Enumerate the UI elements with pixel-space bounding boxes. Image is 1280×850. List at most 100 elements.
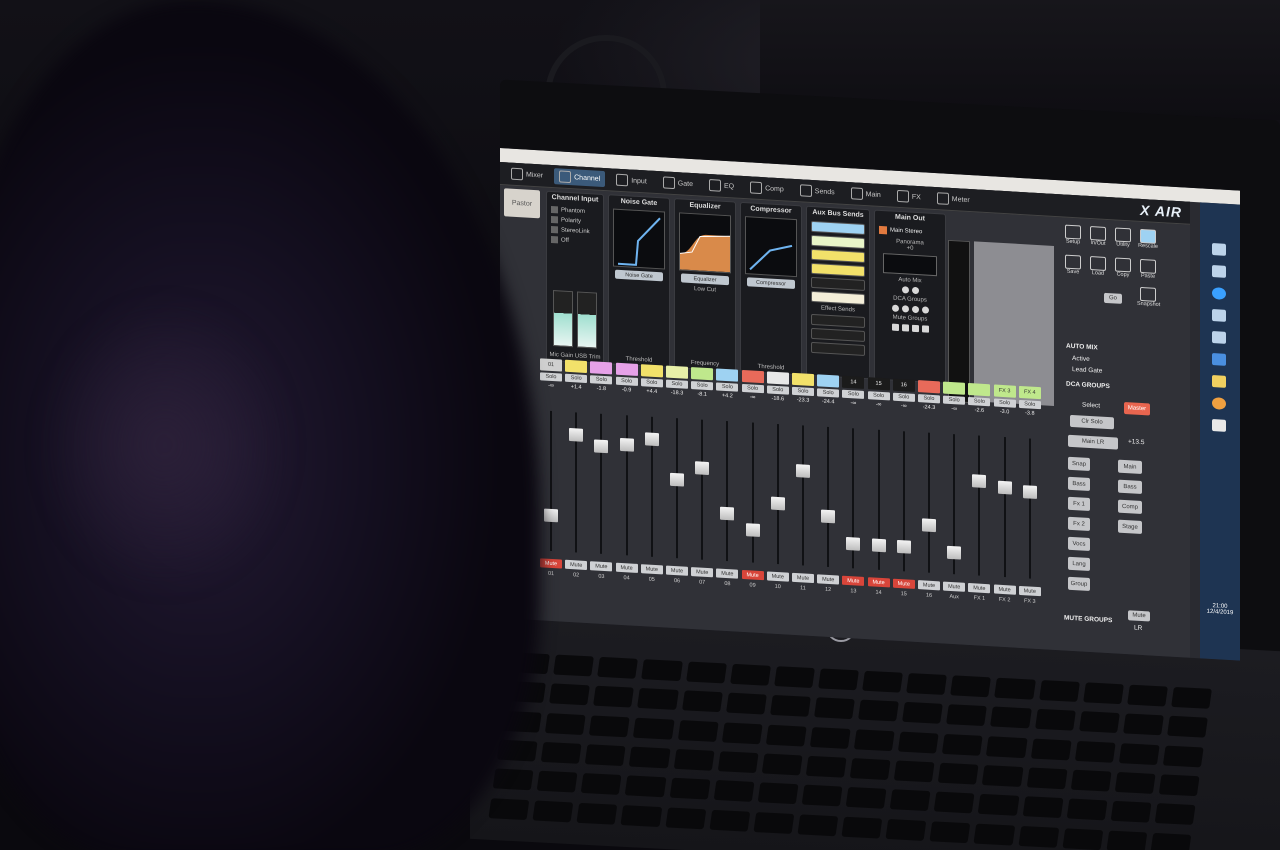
mute-button[interactable]: Mute [615,562,638,573]
solo-button[interactable]: Solo [817,388,840,398]
fader-cap[interactable] [922,518,936,532]
edge-icon[interactable] [1212,287,1226,300]
noise-gate-button[interactable]: Noise Gate [615,269,663,282]
channel-name[interactable] [792,372,814,387]
fader-track[interactable] [978,435,981,576]
mute-button[interactable]: Mute [867,577,890,588]
channel-name[interactable] [666,365,688,379]
load-button[interactable]: Load [1087,256,1109,277]
fader-cap[interactable] [997,480,1012,495]
fx-send-1[interactable] [811,313,865,329]
gain-meters[interactable] [553,290,597,349]
fader-cap[interactable] [947,545,962,560]
mute-button[interactable]: Mute [766,571,789,582]
lead-gate-label[interactable]: Lead Gate [1072,366,1102,375]
main-lr-button[interactable]: Main LR [1068,434,1118,450]
solo-button[interactable]: Solo [640,378,663,388]
solo-button[interactable]: Solo [867,391,890,401]
lr-mute-button[interactable]: Mute [1128,610,1150,622]
app-icon[interactable] [1212,353,1226,366]
fader-track[interactable] [751,422,754,563]
solo-button[interactable]: Solo [1018,399,1041,410]
channel-name[interactable] [766,371,789,385]
channel-name[interactable]: 16 [892,378,915,392]
fader-cap[interactable] [670,472,684,487]
mute-button[interactable]: Mute [590,561,613,572]
channel-name[interactable] [691,367,714,381]
fader-cap[interactable] [896,540,911,554]
solo-button[interactable]: Solo [918,394,940,404]
inout-button[interactable]: In/Out [1087,226,1109,247]
solo-button[interactable]: Solo [968,397,991,407]
mute-button[interactable]: Mute [565,559,588,571]
tab-mixer[interactable]: Mixer [506,165,548,183]
mute-button[interactable]: Mute [892,578,915,589]
folder-icon[interactable] [1212,375,1226,388]
off-select[interactable]: Off [551,235,599,246]
channel-name[interactable] [615,362,638,376]
tab-eq[interactable]: EQ [704,177,739,195]
mute-group-preset[interactable]: Comp [1118,499,1142,515]
master-button[interactable]: Master [1124,401,1150,416]
fader-track[interactable] [928,432,930,573]
channel-name[interactable] [943,381,966,395]
mute-group-preset[interactable]: Fx 2 [1068,516,1090,532]
aux-send-2[interactable] [811,234,865,250]
solo-button[interactable]: Solo [590,375,613,385]
active-label[interactable]: Active [1072,355,1090,363]
mute-button[interactable]: Mute [741,569,764,581]
polarity-toggle[interactable]: Polarity [551,215,599,226]
mute-group-preset[interactable]: Stage [1118,519,1142,535]
channel-name[interactable]: FX 3 [993,384,1016,398]
fader-cap[interactable] [544,508,558,522]
mixer-app-icon[interactable] [1212,419,1226,432]
compressor-button[interactable]: Compressor [747,277,795,290]
fader-track[interactable] [600,413,603,554]
save-button[interactable]: Save [1062,254,1084,275]
fader-cap[interactable] [644,431,659,446]
fader-track[interactable] [701,419,704,560]
mute-group-preset[interactable]: Snap [1068,456,1090,472]
fader-cap[interactable] [695,460,710,475]
solo-button[interactable]: Solo [540,372,562,382]
fader-track[interactable] [625,415,628,556]
mute-group-preset[interactable]: Lang [1068,556,1090,572]
channel-name[interactable] [565,359,588,374]
mute-group-buttons[interactable] [875,323,945,334]
solo-button[interactable]: Solo [842,389,865,400]
phantom-toggle[interactable]: Phantom [551,205,599,216]
utility-button[interactable]: Utility [1112,227,1134,248]
mute-group-preset[interactable]: Main [1118,459,1142,475]
chrome-icon[interactable] [1212,397,1226,410]
store-icon[interactable] [1212,309,1226,322]
main-stereo-toggle[interactable]: Main Stereo [879,225,941,238]
mute-button[interactable]: Mute [1018,585,1041,597]
fader-track[interactable] [726,421,729,562]
tab-meter[interactable]: Meter [932,190,975,208]
solo-button[interactable]: Solo [615,376,638,386]
fader-cap[interactable] [796,464,810,478]
mute-button[interactable]: Mute [716,568,739,579]
solo-button[interactable]: Solo [716,382,739,392]
aux-send-4[interactable] [811,262,865,278]
fader-cap[interactable] [972,474,987,489]
mute-button[interactable]: Mute [842,575,865,587]
fader-track[interactable] [1028,438,1031,579]
solo-button[interactable]: Solo [993,398,1016,408]
channel-name[interactable] [968,383,991,397]
tab-sends[interactable]: Sends [795,182,840,201]
snapshot-button[interactable]: Snapshot [1137,286,1160,308]
mute-button[interactable]: Mute [817,574,840,585]
mute-group-preset[interactable]: Vocs [1068,536,1090,552]
tab-input[interactable]: Input [611,171,652,189]
mute-button[interactable]: Mute [993,584,1016,595]
fader-cap[interactable] [569,427,584,442]
fader-cap[interactable] [821,509,836,524]
channel-name[interactable] [640,364,663,378]
mute-button[interactable]: Mute [640,564,663,575]
task-view-icon[interactable] [1212,265,1226,278]
mute-group-preset[interactable]: Fx 1 [1068,496,1090,512]
fader-cap[interactable] [846,537,861,551]
fader-track[interactable] [550,410,552,551]
dca-buttons[interactable] [875,304,945,315]
